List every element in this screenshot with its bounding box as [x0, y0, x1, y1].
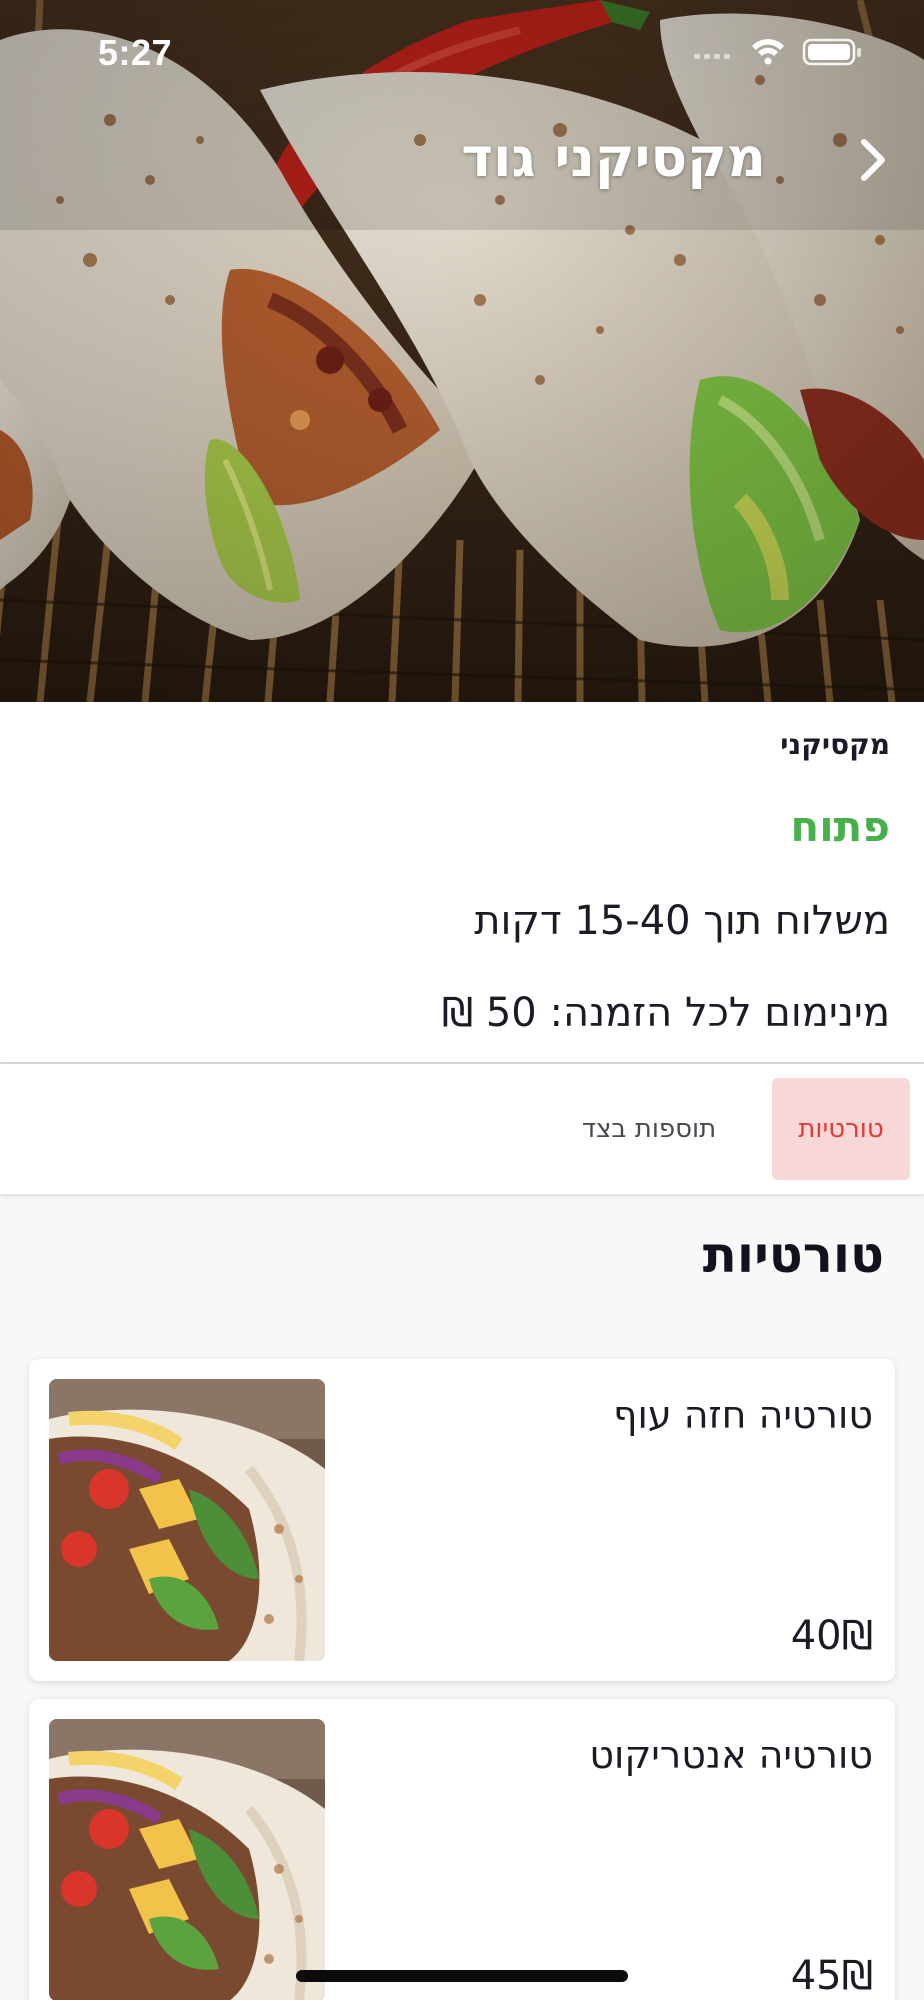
section-title: טורטיות [702, 1226, 884, 1284]
status-icons [694, 38, 861, 66]
chevron-right-icon [861, 139, 885, 181]
tortilla-photo [49, 1719, 325, 2000]
menu-item-card[interactable]: טורטיה אנטריקוט 45₪ [29, 1699, 895, 2000]
menu-item-price: 45₪ [790, 1953, 873, 1999]
app-screen: 5:27 מקסיקני גוד מקסיקני פתוח משלוח תוך … [0, 0, 924, 2000]
tab-tortillas[interactable]: טורטיות [772, 1078, 910, 1180]
back-button[interactable] [846, 128, 902, 192]
minimum-order: מינימום לכל הזמנה: 50 ₪ [441, 990, 890, 1036]
status-bar: 5:27 [0, 0, 924, 100]
battery-icon [802, 38, 861, 66]
menu-item-image [49, 1379, 325, 1661]
tortilla-wraps-photo [0, 0, 924, 702]
hero-image: 5:27 מקסיקני גוד [0, 0, 924, 702]
restaurant-info: מקסיקני פתוח משלוח תוך 15-40 דקות מינימו… [0, 702, 924, 1062]
menu-item-price: 40₪ [790, 1613, 873, 1659]
status-time: 5:27 [98, 32, 173, 73]
menu-item-name: טורטיה חזה עוף [613, 1393, 873, 1437]
page-title: מקסיקני גוד [461, 126, 766, 189]
category-tabs: טורטיות תוספות בצד [0, 1064, 924, 1194]
menu-item-card[interactable]: טורטיה חזה עוף 40₪ [29, 1359, 895, 1681]
tab-side-extras[interactable]: תוספות בצד [554, 1078, 744, 1180]
restaurant-category: מקסיקני [780, 728, 890, 761]
open-status: פתוח [790, 802, 890, 851]
menu-item-name: טורטיה אנטריקוט [589, 1733, 873, 1777]
tortilla-photo [49, 1379, 325, 1661]
wifi-icon [752, 39, 784, 65]
signal-icon [694, 54, 730, 59]
home-indicator[interactable] [296, 1970, 628, 1982]
delivery-time: משלוח תוך 15-40 דקות [474, 898, 890, 944]
menu-item-image [49, 1719, 325, 2000]
